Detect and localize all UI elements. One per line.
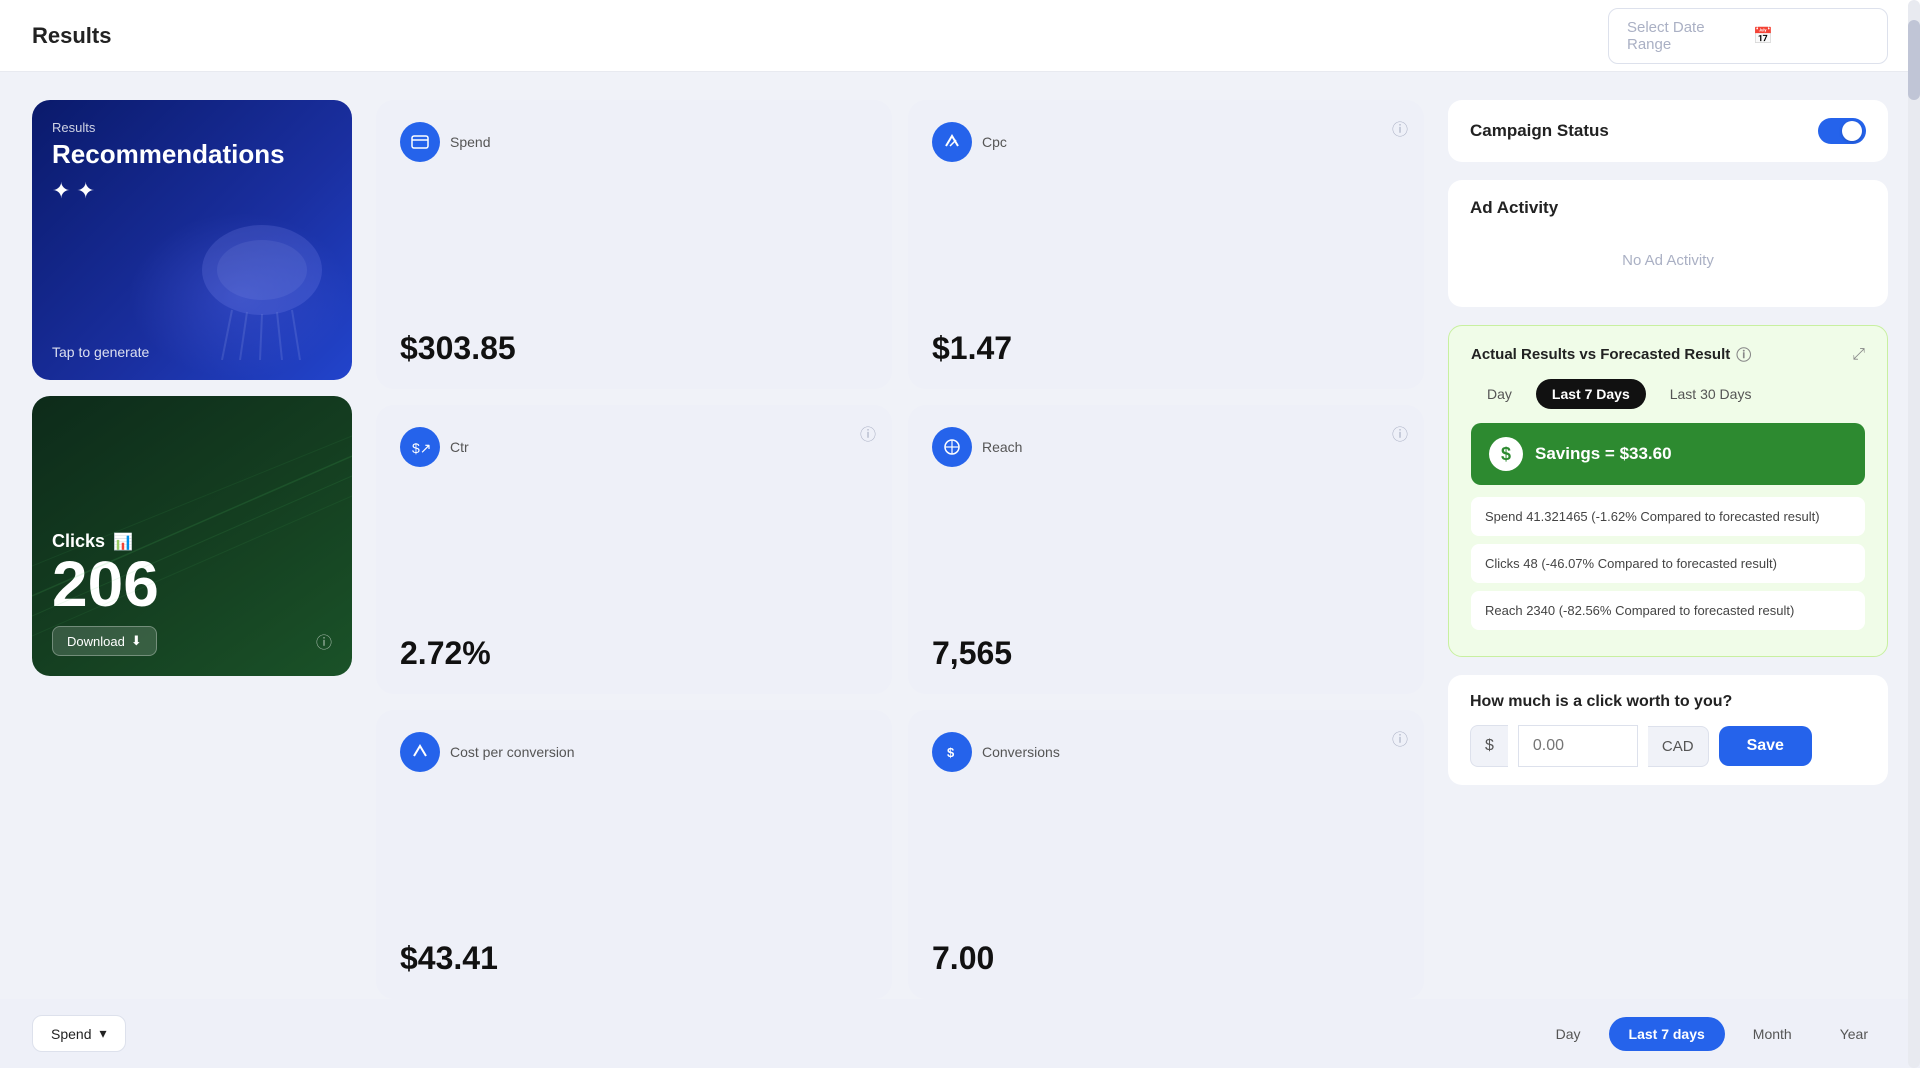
metric-conversions: ⓘ $ Conversions 7.00 [908,710,1424,999]
save-button[interactable]: Save [1719,726,1812,766]
period-tabs: Day Last 7 Days Last 30 Days [1471,379,1865,409]
conversions-value: 7.00 [932,940,1400,977]
date-range-placeholder: Select Date Range [1627,19,1743,53]
cpc-value: $1.47 [932,330,1400,367]
click-worth-input-row: $ CAD Save [1470,725,1866,767]
cpc-label: Cpc [982,134,1007,150]
rec-card-label: Results [52,120,332,135]
cpc-icon [932,122,972,162]
metric-select-dropdown[interactable]: Spend ▾ [32,1015,126,1052]
conversions-info-icon[interactable]: ⓘ [1392,726,1408,750]
svg-text:$: $ [947,745,955,760]
scrollbar[interactable] [1908,72,1920,999]
toggle-knob [1842,121,1862,141]
left-column: Results Recommendations ✦ ✦ Tap to gener… [32,100,352,999]
period-btn-month[interactable]: Month [1733,1017,1812,1051]
ad-activity-panel: Ad Activity No Ad Activity [1448,180,1888,307]
clicks-card: Clicks 📊 206 Download ⬇ ⓘ [32,396,352,676]
period-btn-last7days[interactable]: Last 7 days [1609,1017,1725,1051]
header: Results Select Date Range 📅 [0,0,1920,72]
period-buttons: Day Last 7 days Month Year [1536,1017,1888,1051]
spend-label: Spend [450,134,490,150]
external-link-icon[interactable]: ⤢ [1852,346,1865,364]
ad-activity-title: Ad Activity [1470,198,1866,218]
spend-icon [400,122,440,162]
period-btn-day[interactable]: Day [1536,1017,1601,1051]
metrics-grid: Spend $303.85 ⓘ Cpc $1.47 ⓘ [376,100,1424,999]
ctr-label: Ctr [450,439,469,455]
metric-spend: Spend $303.85 [376,100,892,389]
page-title: Results [32,23,111,49]
conversions-label: Conversions [982,744,1060,760]
rec-sparkle: ✦ ✦ [52,178,332,204]
cad-suffix: CAD [1648,726,1709,767]
period-btn-year[interactable]: Year [1820,1017,1888,1051]
conversions-icon: $ [932,732,972,772]
bottom-bar: Spend ▾ Day Last 7 days Month Year [0,999,1920,1068]
forecasted-panel: Actual Results vs Forecasted Result ⓘ ⤢ … [1448,325,1888,657]
click-worth-input[interactable] [1518,725,1638,767]
metric-cpc: ⓘ Cpc $1.47 [908,100,1424,389]
dollar-prefix: $ [1470,725,1508,767]
forecasted-title: Actual Results vs Forecasted Result ⓘ [1471,344,1751,365]
campaign-status-toggle[interactable] [1818,118,1866,144]
ctr-value: 2.72% [400,635,868,672]
reach-icon [932,427,972,467]
savings-badge: $ Savings = $33.60 [1471,423,1865,485]
date-range-input[interactable]: Select Date Range 📅 [1608,8,1888,64]
metric-reach: ⓘ Reach 7,565 [908,405,1424,694]
savings-dollar-icon: $ [1489,437,1523,471]
svg-text:$↗: $↗ [412,440,430,456]
cost-per-conversion-label: Cost per conversion [450,744,575,760]
clicks-decoration [32,396,352,676]
reach-label: Reach [982,439,1022,455]
reach-info-icon[interactable]: ⓘ [1392,421,1408,445]
metric-ctr: ⓘ $↗ Ctr 2.72% [376,405,892,694]
no-ad-activity-text: No Ad Activity [1470,232,1866,289]
click-worth-title: How much is a click worth to you? [1470,693,1866,711]
recommendations-card[interactable]: Results Recommendations ✦ ✦ Tap to gener… [32,100,352,380]
forecast-row-reach: Reach 2340 (-82.56% Compared to forecast… [1471,591,1865,630]
cost-per-conversion-value: $43.41 [400,940,868,977]
dropdown-chevron-icon: ▾ [99,1025,106,1042]
forecasted-info-icon[interactable]: ⓘ [1736,344,1751,365]
cost-per-conversion-icon [400,732,440,772]
ctr-icon: $↗ [400,427,440,467]
cpc-info-icon[interactable]: ⓘ [1392,116,1408,140]
tab-last30days[interactable]: Last 30 Days [1654,379,1768,409]
campaign-status-row: Campaign Status [1448,100,1888,162]
right-panel: Campaign Status Ad Activity No Ad Activi… [1448,100,1888,999]
metric-select-label: Spend [51,1026,91,1042]
tab-day[interactable]: Day [1471,379,1528,409]
calendar-icon: 📅 [1753,26,1869,46]
scrollbar-thumb [1908,72,1920,100]
ctr-info-icon[interactable]: ⓘ [860,421,876,445]
spend-value: $303.85 [400,330,868,367]
metric-cost-per-conversion: Cost per conversion $43.41 [376,710,892,999]
forecast-row-spend: Spend 41.321465 (-1.62% Compared to fore… [1471,497,1865,536]
click-worth-panel: How much is a click worth to you? $ CAD … [1448,675,1888,785]
page-wrapper: Results Select Date Range 📅 Results Reco… [0,0,1920,1068]
savings-text: Savings = $33.60 [1535,444,1672,464]
reach-value: 7,565 [932,635,1400,672]
tab-last7days[interactable]: Last 7 Days [1536,379,1646,409]
jellyfish-svg [182,220,342,360]
rec-card-title: Recommendations [52,139,332,170]
main-content: Results Recommendations ✦ ✦ Tap to gener… [0,72,1920,999]
campaign-status-label: Campaign Status [1470,121,1609,141]
forecast-row-clicks: Clicks 48 (-46.07% Compared to forecaste… [1471,544,1865,583]
